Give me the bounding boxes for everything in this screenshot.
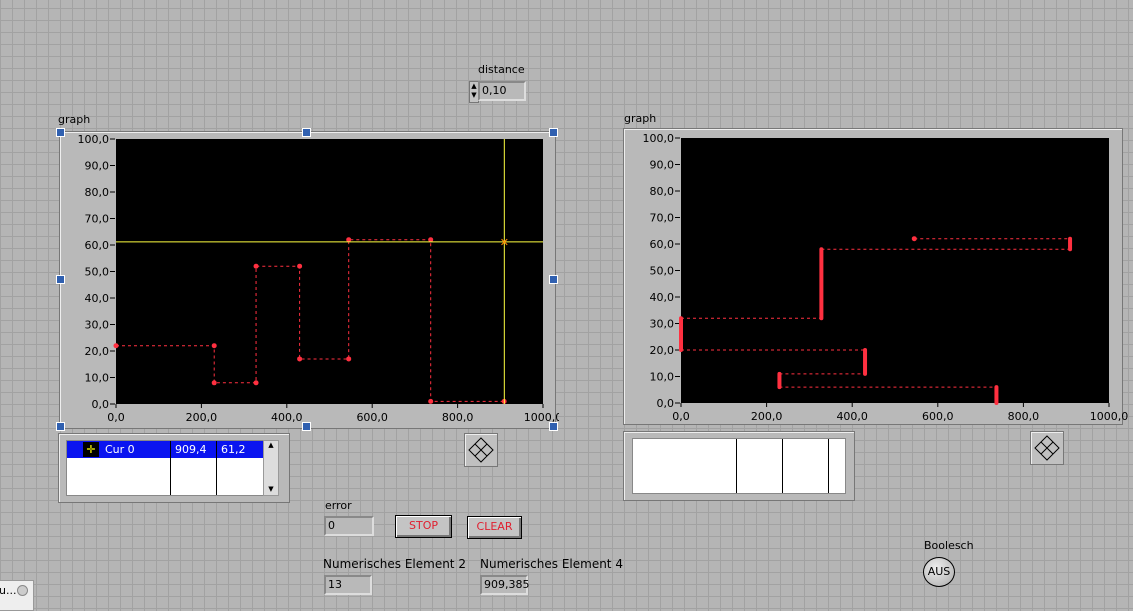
y-tick-label: 10,0 bbox=[85, 372, 110, 385]
data-point bbox=[113, 343, 119, 349]
x-tick-label: 800,0 bbox=[1008, 410, 1040, 423]
plot-area bbox=[681, 138, 1109, 403]
cursor-marker: ✕ bbox=[500, 236, 509, 249]
taskbar-item[interactable]: u... bbox=[0, 580, 34, 611]
distance-input[interactable]: 0,10 bbox=[478, 81, 526, 101]
cursor-y: 61,2 bbox=[221, 443, 246, 456]
graph2-plot[interactable]: 0,0 10,0 20,0 30,0 40,0 50,0 60,0 70,0 80,0 90,0 1… bbox=[623, 128, 1133, 428]
graph2-pan-zoom-icon[interactable] bbox=[1030, 431, 1064, 465]
circle-icon bbox=[17, 585, 28, 596]
resize-handle[interactable] bbox=[549, 422, 558, 431]
resize-handle[interactable] bbox=[549, 275, 558, 284]
data-point bbox=[428, 398, 434, 404]
num4-label: Numerisches Element 4 bbox=[480, 557, 623, 571]
y-tick-label: 40,0 bbox=[85, 292, 110, 305]
x-tick-label: 200,0 bbox=[186, 411, 218, 424]
y-tick-label: 30,0 bbox=[650, 318, 675, 331]
resize-handle[interactable] bbox=[56, 422, 65, 431]
error-indicator: 0 bbox=[324, 516, 374, 536]
cursor-crosshair-icon: ✛ bbox=[83, 442, 99, 457]
data-point bbox=[211, 343, 217, 349]
cursor-legend2-table bbox=[632, 438, 846, 494]
x-tick-label: 200,0 bbox=[751, 410, 783, 423]
x-tick-label: 0,0 bbox=[107, 411, 125, 424]
y-tick-label: 50,0 bbox=[85, 266, 110, 279]
y-tick-label: 0,0 bbox=[657, 397, 675, 410]
y-tick-label: 20,0 bbox=[85, 345, 110, 358]
data-point bbox=[297, 263, 303, 269]
x-tick-label: 0,0 bbox=[672, 410, 690, 423]
graph1-label: graph bbox=[58, 113, 91, 126]
graph1-plot[interactable]: 0,0 10,0 20,0 30,0 40,0 50,0 60,0 70,0 80,0 90,0 1… bbox=[59, 131, 560, 431]
x-tick-label: 400,0 bbox=[836, 410, 868, 423]
resize-handle[interactable] bbox=[549, 128, 558, 137]
data-point bbox=[911, 236, 917, 242]
y-tick-label: 20,0 bbox=[650, 344, 675, 357]
y-tick-label: 40,0 bbox=[650, 291, 675, 304]
num2-indicator: 13 bbox=[324, 575, 372, 595]
cursor-name: Cur 0 bbox=[105, 443, 135, 456]
resize-handle[interactable] bbox=[56, 275, 65, 284]
data-point bbox=[297, 356, 303, 362]
num2-label: Numerisches Element 2 bbox=[323, 557, 466, 571]
x-tick-label: 1000,0 bbox=[1090, 410, 1129, 423]
cursor-legend-scrollbar[interactable]: ▲ ▼ bbox=[263, 440, 279, 496]
resize-handle[interactable] bbox=[56, 128, 65, 137]
cursor-legend-table: ✛ Cur 0 909,4 61,2 bbox=[66, 440, 265, 496]
plot-area bbox=[116, 139, 543, 404]
y-tick-label: 30,0 bbox=[85, 319, 110, 332]
clear-button[interactable]: CLEAR bbox=[467, 516, 522, 539]
distance-label: distance bbox=[478, 63, 525, 76]
y-tick-label: 100,0 bbox=[643, 132, 675, 145]
y-tick-label: 10,0 bbox=[650, 371, 675, 384]
x-tick-label: 600,0 bbox=[356, 411, 388, 424]
data-point bbox=[253, 263, 259, 269]
y-tick-label: 50,0 bbox=[650, 265, 675, 278]
y-tick-label: 0,0 bbox=[92, 398, 110, 411]
y-tick-label: 70,0 bbox=[650, 212, 675, 225]
y-tick-label: 80,0 bbox=[650, 185, 675, 198]
y-tick-label: 80,0 bbox=[85, 186, 110, 199]
error-label: error bbox=[325, 499, 352, 512]
graph2-label: graph bbox=[624, 112, 657, 125]
taskbar-label: u... bbox=[0, 584, 17, 597]
y-tick-label: 70,0 bbox=[85, 213, 110, 226]
data-point bbox=[253, 380, 259, 386]
data-point bbox=[346, 356, 352, 362]
boolesch-toggle[interactable]: AUS bbox=[923, 557, 955, 587]
resize-handle[interactable] bbox=[302, 422, 311, 431]
x-tick-label: 800,0 bbox=[442, 411, 474, 424]
y-tick-label: 100,0 bbox=[78, 133, 110, 146]
stop-button[interactable]: STOP bbox=[395, 515, 452, 538]
boolesch-label: Boolesch bbox=[924, 539, 974, 552]
data-point bbox=[211, 380, 217, 386]
y-tick-label: 60,0 bbox=[650, 238, 675, 251]
num4-indicator: 909,385 bbox=[480, 575, 530, 595]
x-tick-label: 600,0 bbox=[922, 410, 954, 423]
resize-handle[interactable] bbox=[302, 128, 311, 137]
y-tick-label: 60,0 bbox=[85, 239, 110, 252]
cursor-x: 909,4 bbox=[175, 443, 207, 456]
graph1-pan-zoom-icon[interactable] bbox=[464, 433, 498, 467]
y-tick-label: 90,0 bbox=[650, 159, 675, 172]
x-tick-label: 400,0 bbox=[271, 411, 303, 424]
cursor-row[interactable]: ✛ Cur 0 909,4 61,2 bbox=[67, 441, 264, 458]
y-tick-label: 90,0 bbox=[85, 160, 110, 173]
